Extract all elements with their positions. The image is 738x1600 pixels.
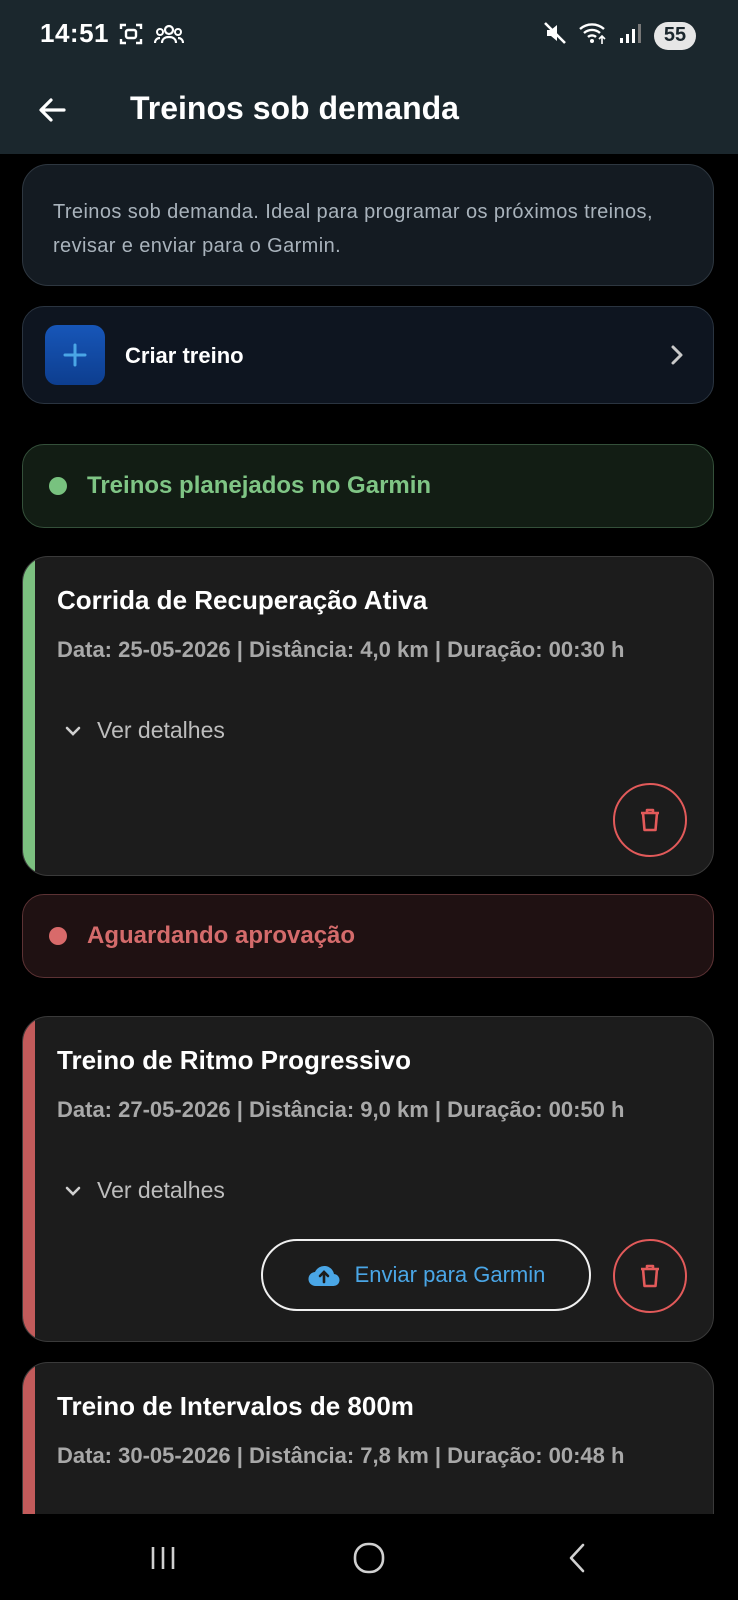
workout-title: Corrida de Recuperação Ativa (57, 585, 428, 615)
send-label: Enviar para Garmin (354, 1262, 546, 1287)
details-label: Ver detalhes (97, 717, 225, 743)
system-nav-bar (0, 1514, 738, 1600)
chevron-right-icon (667, 341, 687, 374)
workout-meta: Data: 25-05-2026 | Distância: 4,0 km | D… (57, 637, 625, 662)
signal-icon (618, 21, 644, 50)
workout-meta: Data: 27-05-2026 | Distância: 9,0 km | D… (57, 1097, 625, 1122)
home-button[interactable] (344, 1536, 394, 1580)
info-text: Treinos sob demanda. Ideal para programa… (53, 201, 653, 257)
status-dot (49, 477, 67, 495)
delete-button[interactable] (613, 1239, 687, 1313)
back-arrow-icon (39, 98, 66, 122)
info-card: Treinos sob demanda. Ideal para programa… (22, 164, 714, 286)
nav-back-icon (569, 1543, 585, 1573)
chevron-down-icon (65, 1186, 81, 1196)
contacts-icon (153, 22, 185, 51)
delete-button[interactable] (613, 783, 687, 857)
nav-back-button[interactable] (552, 1536, 602, 1580)
section-header-pending: Aguardando aprovação (22, 894, 714, 978)
send-to-garmin-button[interactable]: Enviar para Garmin (261, 1239, 591, 1311)
workout-title: Treino de Intervalos de 800m (57, 1391, 414, 1421)
create-workout-label: Criar treino (125, 343, 244, 368)
status-time: 14:51 (40, 18, 109, 48)
details-toggle[interactable]: Ver detalhes (63, 1177, 225, 1204)
back-button[interactable] (30, 88, 74, 132)
workout-card[interactable]: Treino de Intervalos de 800m Data: 30-05… (22, 1362, 714, 1514)
recent-apps-icon (151, 1547, 175, 1569)
status-bar: 14:51 55 (0, 0, 738, 70)
app-bar: Treinos sob demanda (0, 70, 738, 154)
status-stripe (23, 1017, 35, 1341)
section-label-pending: Aguardando aprovação (87, 922, 356, 949)
wifi-icon (578, 20, 608, 51)
battery-indicator: 55 (654, 21, 696, 50)
section-header-planned: Treinos planejados no Garmin (22, 444, 714, 528)
recent-apps-button[interactable] (138, 1536, 188, 1580)
section-label-planned: Treinos planejados no Garmin (87, 472, 432, 499)
page-title: Treinos sob demanda (130, 90, 459, 126)
create-workout-button[interactable]: Criar treino (22, 306, 714, 404)
screenshot-icon (118, 22, 144, 51)
status-stripe (23, 557, 35, 875)
status-dot (49, 927, 67, 945)
chevron-down-icon (65, 726, 81, 736)
plus-icon (63, 343, 87, 367)
trash-icon (641, 1264, 659, 1288)
home-icon (353, 1542, 385, 1574)
create-icon-box (45, 325, 105, 385)
cloud-upload-icon (308, 1265, 340, 1287)
details-label: Ver detalhes (97, 1177, 225, 1203)
workout-meta: Data: 30-05-2026 | Distância: 7,8 km | D… (57, 1443, 625, 1468)
details-toggle[interactable]: Ver detalhes (63, 717, 225, 744)
workout-card[interactable]: Corrida de Recuperação Ativa Data: 25-05… (22, 556, 714, 876)
status-stripe (23, 1363, 35, 1514)
workout-card[interactable]: Treino de Ritmo Progressivo Data: 27-05-… (22, 1016, 714, 1342)
trash-icon (641, 808, 659, 832)
mute-icon (542, 20, 568, 51)
workout-title: Treino de Ritmo Progressivo (57, 1045, 411, 1075)
main-content[interactable]: Treinos sob demanda. Ideal para programa… (0, 154, 738, 1514)
